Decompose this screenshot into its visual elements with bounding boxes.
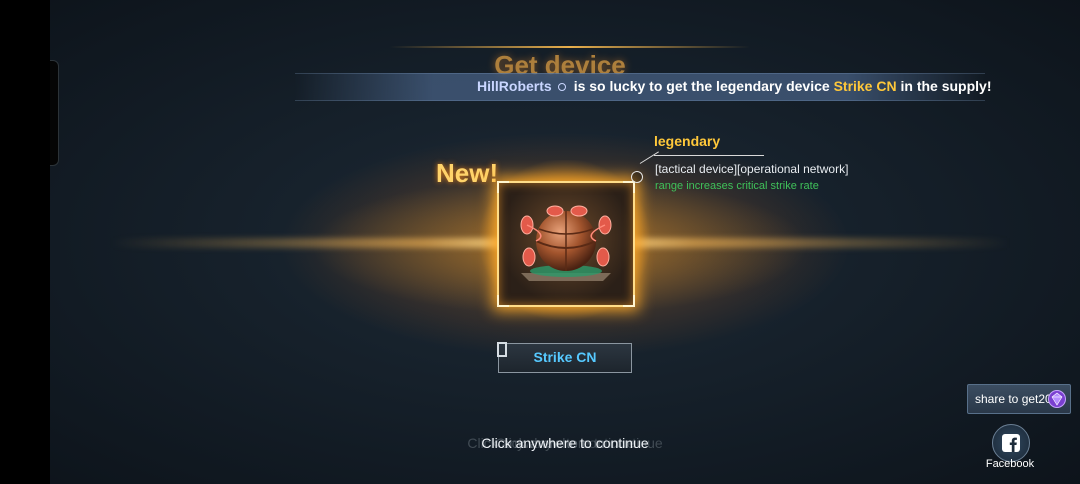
title-divider <box>390 46 750 48</box>
announcement-item: Strike CN <box>833 78 897 94</box>
rarity-underline <box>654 155 764 156</box>
facebook-label: Facebook <box>985 458 1035 470</box>
spherical-device-icon <box>520 205 612 281</box>
share-label: share to get20 <box>975 392 1052 406</box>
share-button[interactable]: share to get20 <box>967 384 1071 414</box>
announcement-text: HillRoberts is so lucky to get the legend… <box>477 78 991 94</box>
rarity-label: legendary <box>654 133 721 149</box>
reward-screen[interactable]: Get device HillRoberts is so lucky to get… <box>50 0 1080 484</box>
item-name-plate: Strike CN <box>497 342 632 373</box>
item-name: Strike CN <box>533 349 597 365</box>
facebook-button[interactable] <box>992 424 1030 462</box>
announcement-username: HillRoberts <box>477 78 552 94</box>
player-badge-icon <box>557 82 566 91</box>
purple-gem-icon <box>1048 390 1066 408</box>
continue-prompt[interactable]: Click anywhere to continue <box>465 435 665 451</box>
pointer-dot-icon <box>631 171 643 183</box>
device-effect: range increases critical strike rate <box>655 180 819 192</box>
device-tags: [tactical device][operational network] <box>655 162 849 176</box>
announcement-end: in the supply! <box>900 78 992 94</box>
notch-cutout <box>50 60 59 166</box>
reward-card[interactable] <box>497 181 635 307</box>
announcement-middle: is so lucky to get the legendary device <box>573 78 830 94</box>
facebook-icon <box>1002 434 1020 452</box>
